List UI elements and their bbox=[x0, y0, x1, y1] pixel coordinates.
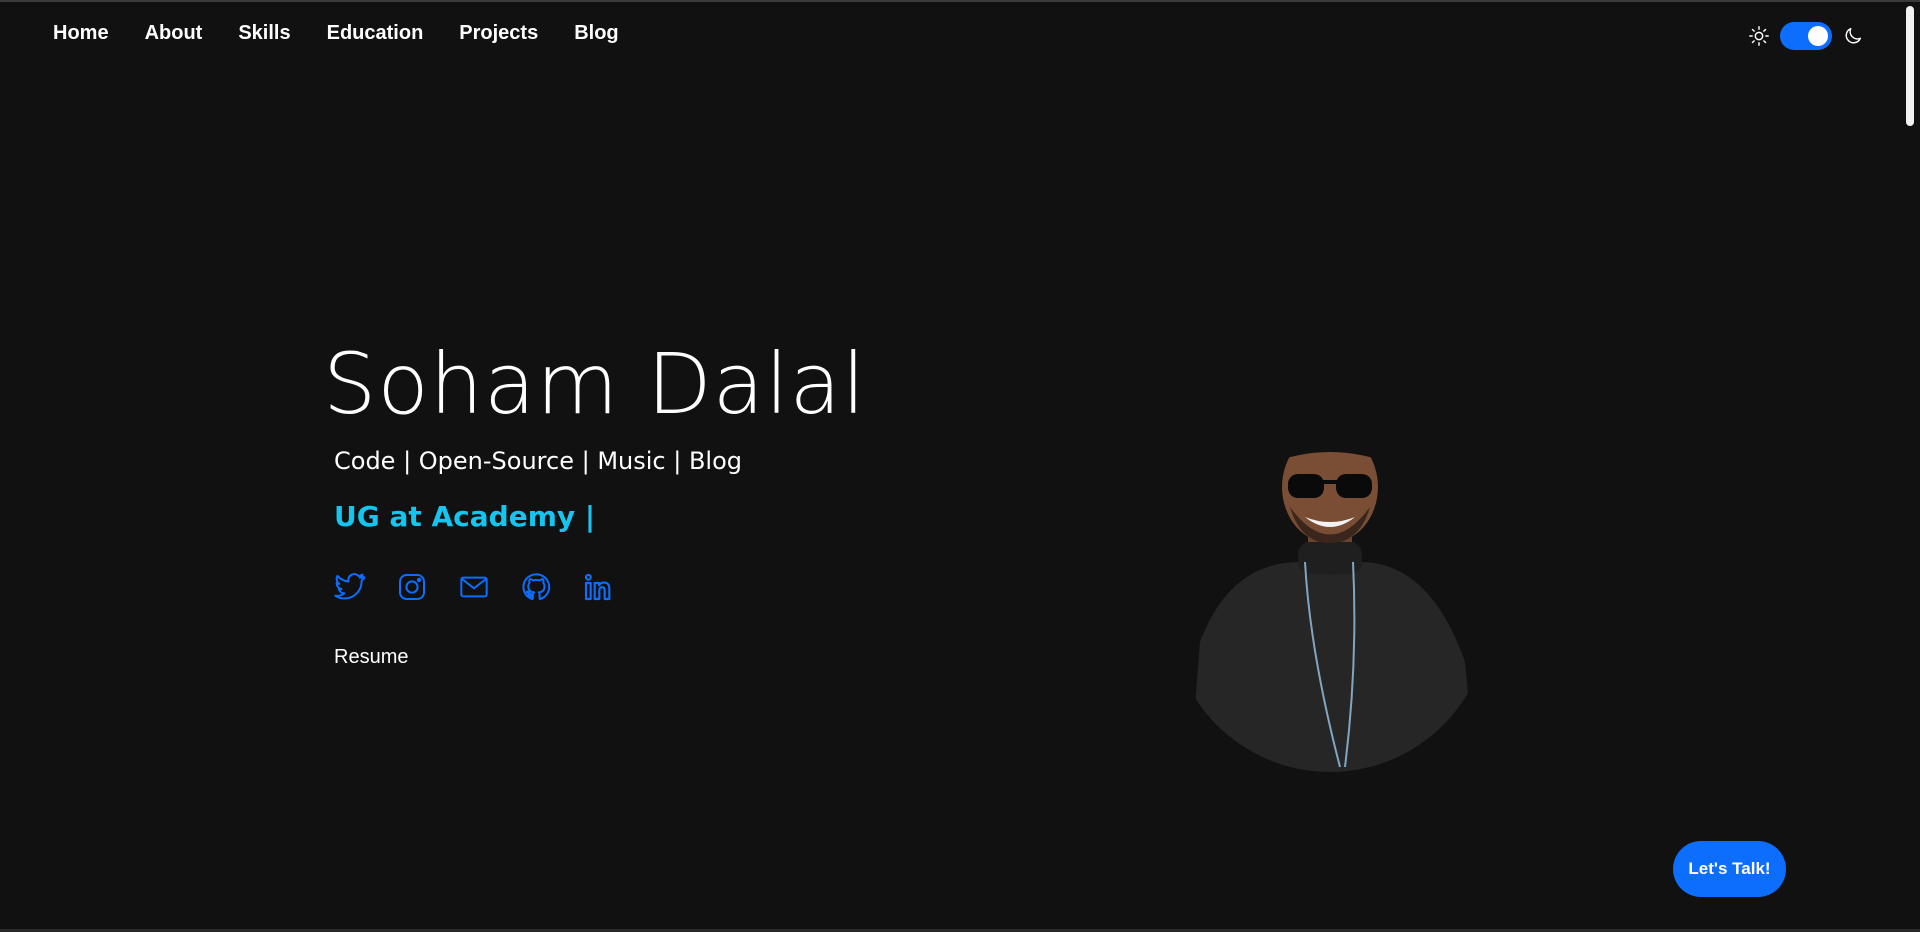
lets-talk-button[interactable]: Let's Talk! bbox=[1673, 841, 1786, 897]
sun-icon bbox=[1748, 25, 1770, 47]
hero-role: UG at Academy | bbox=[334, 500, 596, 533]
resume-link[interactable]: Resume bbox=[334, 646, 408, 669]
nav-blog[interactable]: Blog bbox=[574, 22, 618, 45]
instagram-icon[interactable] bbox=[396, 571, 428, 603]
nav-projects[interactable]: Projects bbox=[459, 22, 538, 45]
github-icon[interactable] bbox=[520, 571, 552, 603]
social-links bbox=[334, 571, 614, 603]
nav-skills[interactable]: Skills bbox=[238, 22, 290, 45]
dark-mode-switch[interactable] bbox=[1780, 22, 1832, 50]
linkedin-icon[interactable] bbox=[582, 571, 614, 603]
moon-icon bbox=[1842, 25, 1864, 47]
hero-tagline: Code | Open-Source | Music | Blog bbox=[334, 447, 742, 475]
avatar bbox=[1190, 412, 1475, 772]
page-scrollbar[interactable] bbox=[1906, 6, 1914, 126]
nav-home[interactable]: Home bbox=[53, 22, 109, 45]
theme-toggle bbox=[1748, 22, 1864, 50]
twitter-icon[interactable] bbox=[334, 571, 366, 603]
main-nav: Home About Skills Education Projects Blo… bbox=[53, 22, 655, 45]
nav-about[interactable]: About bbox=[145, 22, 203, 45]
mail-icon[interactable] bbox=[458, 571, 490, 603]
switch-knob bbox=[1808, 26, 1828, 46]
hero-name: Soham Dalal bbox=[323, 335, 867, 433]
window-top-edge bbox=[0, 0, 1920, 2]
nav-education[interactable]: Education bbox=[327, 22, 424, 45]
